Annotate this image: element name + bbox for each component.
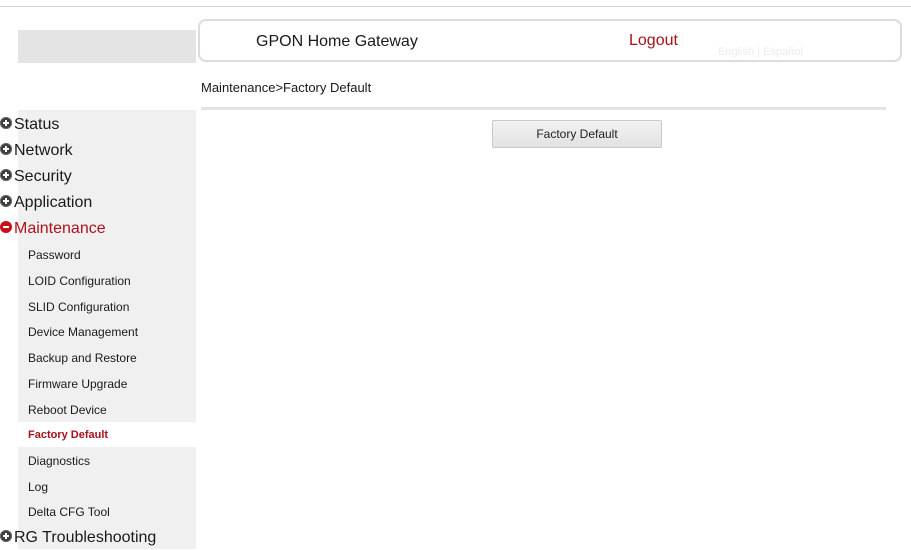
sidebar: Status Network Security Application Main… xyxy=(0,0,196,549)
nav-rg-troubleshooting-label: RG Troubleshooting xyxy=(14,529,157,546)
sidebar-item-label: Log xyxy=(28,479,49,494)
logo-placeholder xyxy=(18,30,196,63)
lang-english-link[interactable]: English xyxy=(718,46,754,58)
sidebar-item-loid-configuration[interactable]: LOID Configuration xyxy=(18,268,196,293)
plus-circle-icon xyxy=(0,117,12,129)
sidebar-item-factory-default[interactable]: Factory Default xyxy=(18,422,196,447)
sidebar-item-label: Diagnostics xyxy=(28,453,91,468)
sidebar-item-diagnostics[interactable]: Diagnostics xyxy=(18,448,196,473)
gateway-title: GPON Home Gateway xyxy=(256,33,418,50)
nav-security[interactable]: Security xyxy=(0,165,196,189)
nav-maintenance-label: Maintenance xyxy=(14,220,106,237)
nav-maintenance[interactable]: Maintenance xyxy=(0,217,196,241)
plus-circle-icon xyxy=(0,169,12,181)
content-divider xyxy=(201,107,886,110)
nav-security-label: Security xyxy=(14,168,72,185)
sidebar-item-label: Delta CFG Tool xyxy=(28,504,110,519)
lang-separator: | xyxy=(757,46,760,58)
sidebar-item-label: Firmware Upgrade xyxy=(28,376,128,391)
sidebar-item-label: SLID Configuration xyxy=(28,299,130,314)
breadcrumb: Maintenance>Factory Default xyxy=(201,80,372,95)
language-switcher: English | Español xyxy=(718,46,803,58)
sidebar-item-label: Password xyxy=(28,247,81,262)
nav-status[interactable]: Status xyxy=(0,113,196,137)
plus-circle-icon xyxy=(0,143,12,155)
nav-network[interactable]: Network xyxy=(0,139,196,163)
sidebar-item-firmware-upgrade[interactable]: Firmware Upgrade xyxy=(18,371,196,396)
header-bar: GPON Home Gateway Logout English | Españ… xyxy=(198,19,902,62)
sidebar-item-password[interactable]: Password xyxy=(18,242,196,267)
sidebar-item-log[interactable]: Log xyxy=(18,474,196,499)
nav-network-label: Network xyxy=(14,142,73,159)
sidebar-item-slid-configuration[interactable]: SLID Configuration xyxy=(18,294,196,319)
lang-spanish-link[interactable]: Español xyxy=(763,46,803,58)
nav-application-label: Application xyxy=(14,194,93,211)
logout-link[interactable]: Logout xyxy=(629,32,678,50)
sidebar-item-label: Device Management xyxy=(28,324,139,339)
sidebar-item-device-management[interactable]: Device Management xyxy=(18,319,196,344)
sidebar-item-label: Factory Default xyxy=(28,428,109,441)
sidebar-item-label: Backup and Restore xyxy=(28,350,137,365)
sidebar-item-label: LOID Configuration xyxy=(28,273,131,288)
nav-rg-troubleshooting[interactable]: RG Troubleshooting xyxy=(0,526,196,550)
nav-application[interactable]: Application xyxy=(0,191,196,215)
sidebar-item-backup-and-restore[interactable]: Backup and Restore xyxy=(18,345,196,370)
minus-circle-icon xyxy=(0,221,12,233)
plus-circle-icon xyxy=(0,195,12,207)
nav-status-label: Status xyxy=(14,116,60,133)
sidebar-item-delta-cfg-tool[interactable]: Delta CFG Tool xyxy=(18,499,196,524)
sidebar-item-label: Reboot Device xyxy=(28,402,107,417)
plus-circle-icon xyxy=(0,530,12,542)
sidebar-item-reboot-device[interactable]: Reboot Device xyxy=(18,397,196,422)
factory-default-button[interactable]: Factory Default xyxy=(492,120,662,148)
